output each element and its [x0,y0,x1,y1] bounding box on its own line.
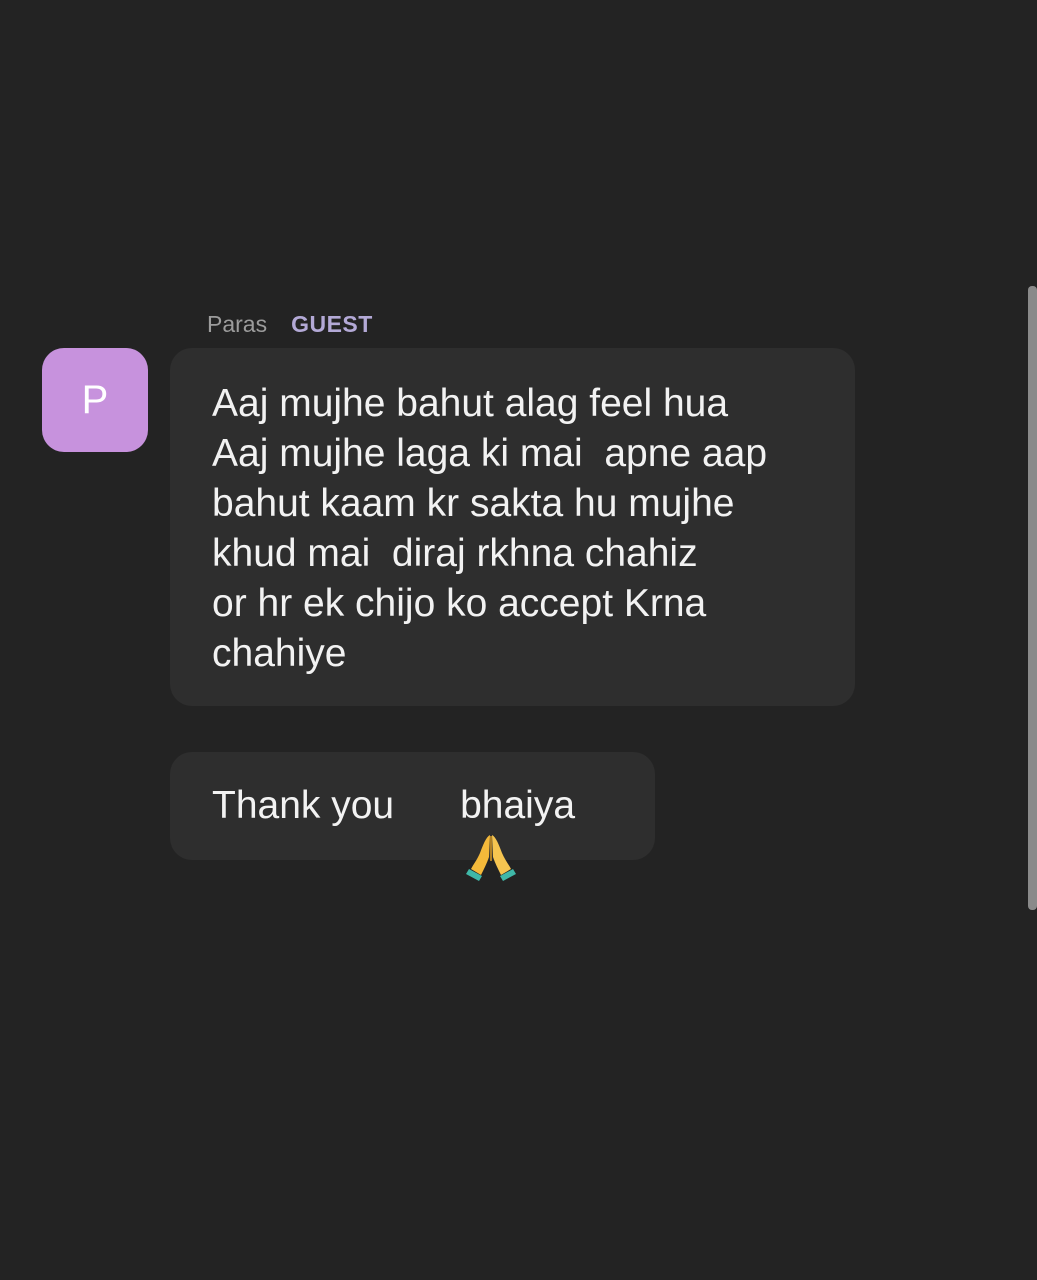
message-text: Thank you [212,784,395,827]
message-line: bahut kaam kr sakta hu mujhe [212,482,735,525]
message-bubble[interactable]: Aaj mujhe bahut alag feel hua Aaj mujhe … [170,348,855,706]
chat-screen: Paras GUEST P Aaj mujhe bahut alag feel … [0,0,1037,1280]
message-line: or hr ek chijo ko accept Krna [212,582,707,625]
message-text: bhaiya [460,784,576,827]
message-bubble[interactable]: Thank you bhaiya [170,752,655,881]
message-line: khud mai diraj rkhna chahiz [212,532,698,575]
message-line: chahiye [212,632,347,675]
message-line: Aaj mujhe bahut alag feel hua [212,382,729,425]
avatar-initial: P [81,377,109,422]
scrollbar[interactable] [1028,286,1037,910]
sender-header: Paras GUEST [207,311,373,338]
folded-hands-icon [400,781,517,881]
message-line: Aaj mujhe laga ki mai apne aap [212,432,768,475]
sender-role-badge: GUEST [291,311,373,337]
sender-name: Paras [207,311,268,337]
avatar[interactable]: P [42,348,148,452]
